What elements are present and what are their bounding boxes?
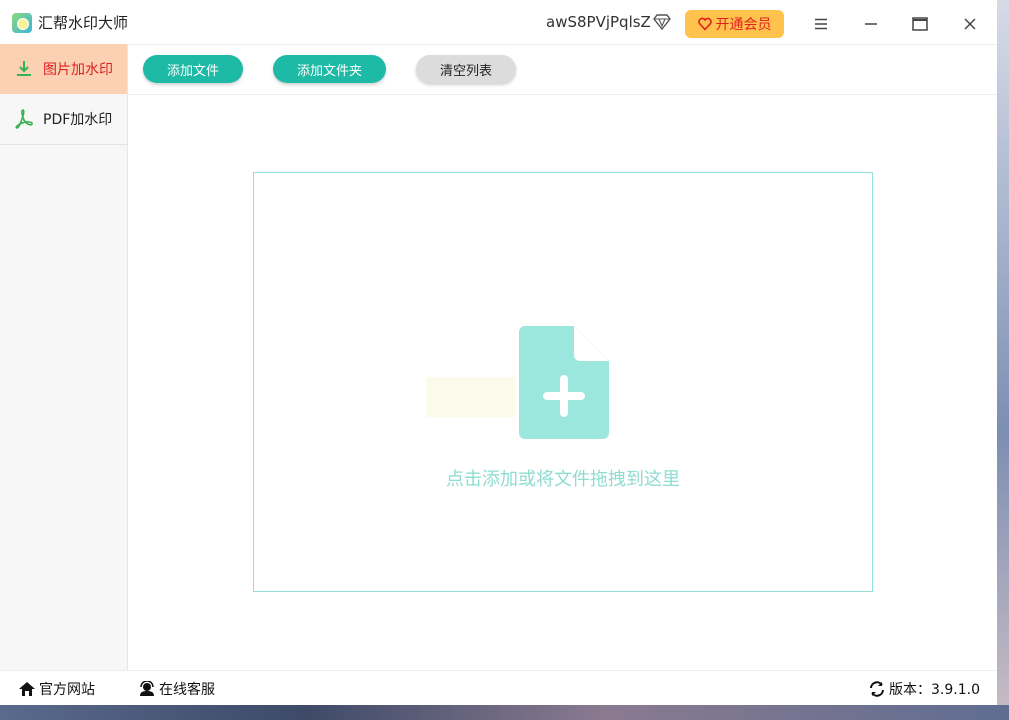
- download-icon: [17, 61, 31, 76]
- app-logo-icon: [12, 13, 32, 33]
- heart-icon: [697, 17, 712, 31]
- sidebar-item-label: 图片加水印: [43, 62, 113, 78]
- maximize-button[interactable]: [905, 10, 935, 38]
- official-website-label: 官方网站: [39, 682, 95, 698]
- vip-button[interactable]: 开通会员: [685, 10, 784, 38]
- home-icon: [19, 682, 35, 696]
- toolbar: 添加文件 添加文件夹 清空列表: [128, 44, 997, 95]
- drop-hint: 点击添加或将文件拖拽到这里: [446, 469, 680, 490]
- official-website-link[interactable]: 官方网站: [18, 679, 95, 699]
- maximize-icon: [912, 17, 928, 31]
- version-info[interactable]: 版本：3.9.1.0: [868, 679, 980, 699]
- pdf-icon: [15, 109, 33, 129]
- menu-button[interactable]: [806, 10, 836, 38]
- add-file-button[interactable]: 添加文件: [143, 55, 243, 83]
- file-drop-zone[interactable]: 点击添加或将文件拖拽到这里: [253, 172, 873, 592]
- refresh-icon: [870, 681, 884, 697]
- app-window: 汇帮水印大师 awS8PVjPqlsZ 开通会员 图片加水印 PDF加水印 添加…: [0, 0, 997, 705]
- support-icon: [140, 681, 154, 696]
- minimize-icon: [865, 23, 877, 25]
- diamond-icon[interactable]: [653, 14, 671, 30]
- footer: 官方网站 在线客服 版本：3.9.1.0: [0, 670, 997, 705]
- online-support-link[interactable]: 在线客服: [138, 679, 215, 699]
- sidebar-item-label: PDF加水印: [43, 112, 113, 128]
- add-file-icon[interactable]: [518, 325, 610, 440]
- menu-icon: [815, 18, 827, 30]
- title-bar: 汇帮水印大师 awS8PVjPqlsZ 开通会员: [0, 0, 997, 45]
- version-label: 版本：3.9.1.0: [889, 682, 980, 698]
- ghost-overlay: [426, 377, 516, 417]
- sidebar-item-pdf-watermark[interactable]: PDF加水印: [0, 94, 127, 145]
- online-support-label: 在线客服: [159, 682, 215, 698]
- vip-label: 开通会员: [715, 17, 772, 33]
- sidebar: 图片加水印 PDF加水印: [0, 44, 128, 670]
- add-folder-button[interactable]: 添加文件夹: [273, 55, 386, 83]
- desktop-backdrop: [997, 0, 1009, 720]
- username[interactable]: awS8PVjPqlsZ: [546, 13, 651, 31]
- clear-list-button[interactable]: 清空列表: [416, 55, 516, 83]
- close-button[interactable]: [955, 10, 985, 38]
- close-icon: [964, 18, 976, 30]
- app-title: 汇帮水印大师: [38, 14, 129, 32]
- desktop-backdrop-bottom: [0, 705, 1009, 720]
- minimize-button[interactable]: [856, 10, 886, 38]
- sidebar-item-image-watermark[interactable]: 图片加水印: [0, 44, 127, 94]
